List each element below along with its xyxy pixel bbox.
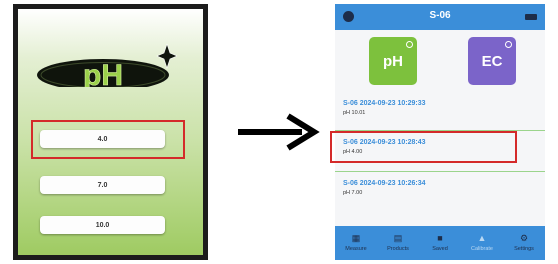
calibrate-10-label: 10.0 — [95, 221, 110, 229]
highlight-box-right — [330, 131, 517, 163]
tab-measure[interactable]: ▦ Measure — [335, 226, 377, 260]
ph-tile-label: pH — [383, 52, 403, 70]
record-header: S-06 2024-09-23 10:29:33 — [343, 100, 426, 107]
grid-icon: ▦ — [351, 233, 361, 243]
divider — [335, 171, 545, 172]
tab-calibrate[interactable]: ▲ Calibrate — [461, 226, 503, 260]
arrow-right-icon — [238, 113, 320, 151]
record-value: pH 10.01 — [343, 110, 366, 116]
page-title: S-06 — [429, 10, 451, 21]
record-item[interactable]: S-06 2024-09-23 10:26:34 pH 7.00 — [343, 180, 426, 196]
tab-products-label: Products — [387, 246, 409, 252]
tab-settings[interactable]: ⚙ Settings — [503, 226, 545, 260]
calibrate-10-button[interactable]: 10.0 — [40, 216, 165, 234]
tab-measure-label: Measure — [345, 246, 367, 252]
tab-saved-label: Saved — [432, 246, 448, 252]
ph-logo: pH — [37, 44, 177, 87]
highlight-box-left — [31, 120, 185, 159]
tab-saved[interactable]: ■ Saved — [419, 226, 461, 260]
ph-tile[interactable]: pH — [369, 37, 417, 85]
ec-tile-corner-icon — [505, 41, 512, 48]
ec-tile-label: EC — [481, 52, 503, 70]
list-icon: ▤ — [393, 233, 403, 243]
calibrate-7-button[interactable]: 7.0 — [40, 176, 165, 194]
top-bar: S-06 — [335, 4, 545, 30]
sparkle-icon — [156, 44, 177, 69]
record-header: S-06 2024-09-23 10:26:34 — [343, 180, 426, 187]
tab-calibrate-label: Calibrate — [470, 246, 493, 252]
record-value: pH 7.00 — [343, 190, 363, 196]
calibrate-7-label: 7.0 — [97, 181, 108, 189]
record-item[interactable]: S-06 2024-09-23 10:29:33 pH 10.01 — [343, 100, 426, 116]
ph-logo-text: pH — [83, 59, 123, 87]
battery-icon — [525, 14, 537, 20]
bottom-tab-bar: ▦ Measure ▤ Products ■ Saved ▲ Calibrate… — [335, 226, 545, 260]
ec-tile[interactable]: EC — [468, 37, 516, 85]
save-icon: ■ — [437, 233, 443, 243]
tab-settings-label: Settings — [514, 246, 534, 252]
ph-tile-corner-icon — [406, 41, 413, 48]
gear-icon: ⚙ — [519, 233, 529, 243]
tab-products[interactable]: ▤ Products — [377, 226, 419, 260]
calibrate-icon: ▲ — [477, 233, 487, 243]
